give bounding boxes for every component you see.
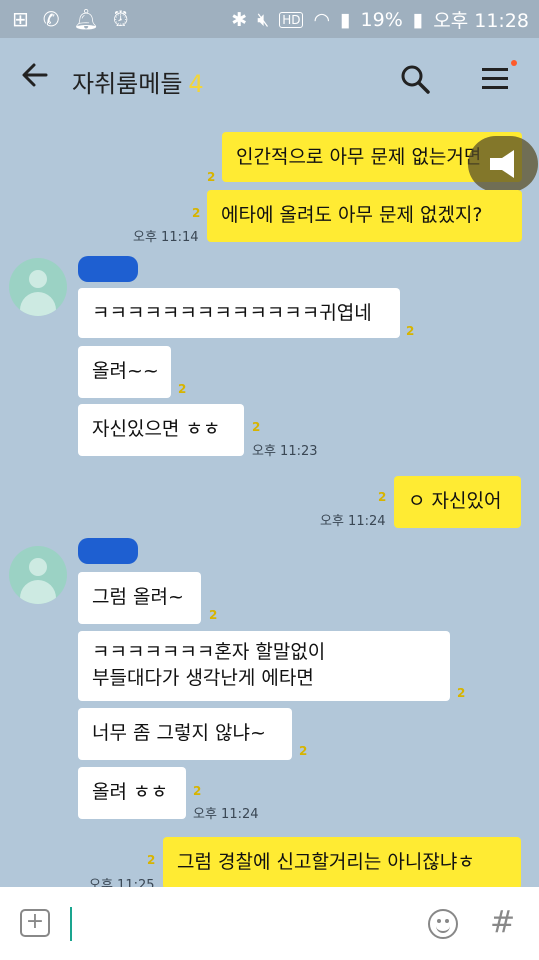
unread-count: 2	[192, 206, 201, 220]
unread-count: 2	[299, 744, 308, 758]
other-message-bubble[interactable]: 자신있으면 ㅎㅎ	[78, 404, 244, 456]
other-message-bubble[interactable]: ㅋㅋㅋㅋㅋㅋㅋ혼자 할말없이 부들대다가 생각난게 에타면	[78, 631, 450, 701]
chat-header: 자취룸메들 4	[0, 38, 539, 122]
message-line: ㅋㅋㅋㅋㅋㅋㅋ혼자 할말없이	[92, 641, 326, 663]
wifi-icon: ◠	[313, 8, 331, 31]
bell-icon: 🔔︎	[73, 7, 99, 31]
message-time: 오후 11:23	[252, 444, 318, 459]
notification-dot	[511, 60, 517, 66]
my-message-bubble[interactable]: 그럼 경찰에 신고할거리는 아니잖냐ㅎ	[163, 837, 521, 887]
message-time: 오후 11:24	[320, 514, 386, 529]
chat-room-name: 자취룸메들	[72, 70, 183, 98]
mute-icon: 🔇︎	[257, 8, 270, 31]
unread-count: 2	[252, 420, 261, 434]
unread-count: 2	[193, 784, 202, 798]
battery-icon: ▮	[412, 8, 424, 31]
sender-name-redacted	[78, 256, 138, 282]
my-message-bubble[interactable]: 에타에 올려도 아무 문제 없겠지?	[207, 190, 522, 242]
phone-icon: ✆	[42, 7, 60, 31]
sender-avatar[interactable]	[9, 258, 67, 316]
back-arrow-icon[interactable]	[20, 60, 54, 100]
floating-notice-button[interactable]	[468, 136, 538, 192]
message-time: 오후 11:25	[89, 878, 155, 887]
message-input-bar: + #	[0, 887, 539, 960]
other-message-bubble[interactable]: 너무 좀 그렇지 않냐~	[78, 708, 292, 760]
hamburger-menu-icon[interactable]	[482, 60, 517, 92]
my-message-bubble[interactable]: ㅇ 자신있어	[394, 476, 521, 528]
alarm-icon: ⏰︎	[112, 7, 129, 31]
chat-title: 자취룸메들 4	[72, 64, 204, 99]
status-bar: ⊞ ✆ 🔔︎ ⏰︎ ✱ 🔇︎ HD ◠ ▮ 19% ▮ 오후 11:28	[0, 0, 539, 38]
other-message-bubble[interactable]: 그럼 올려~	[78, 572, 201, 624]
unread-count: 2	[207, 170, 216, 184]
attach-plus-button[interactable]: +	[20, 909, 50, 937]
search-icon[interactable]	[398, 62, 432, 96]
member-count: 4	[188, 70, 204, 98]
other-message-bubble[interactable]: 올려~~	[78, 346, 171, 398]
bluetooth-icon: ✱	[231, 8, 248, 31]
status-icons-right: ✱ 🔇︎ HD ◠ ▮ 19% ▮ 오후 11:28	[231, 6, 529, 33]
unread-count: 2	[209, 608, 218, 622]
signal-icon: ▮	[340, 8, 351, 31]
message-input[interactable]	[70, 907, 72, 941]
emoji-icon[interactable]	[428, 909, 458, 939]
unread-count: 2	[147, 853, 156, 867]
battery-percent: 19%	[360, 8, 403, 31]
message-time: 오후 11:14	[133, 230, 199, 245]
hd-badge: HD	[279, 11, 304, 28]
chat-area[interactable]: 2 인간적으로 아무 문제 없는거면 2 오후 11:14 에타에 올려도 아무…	[0, 122, 539, 887]
unread-count: 2	[406, 324, 415, 338]
unread-count: 2	[378, 490, 387, 504]
message-time: 오후 11:24	[193, 807, 259, 822]
sender-name-redacted	[78, 538, 138, 564]
status-icons-left: ⊞ ✆ 🔔︎ ⏰︎	[12, 7, 129, 31]
new-message-icon: ⊞	[12, 7, 29, 31]
hashtag-search-button[interactable]: #	[490, 905, 515, 940]
unread-count: 2	[178, 382, 187, 396]
other-message-bubble[interactable]: ㅋㅋㅋㅋㅋㅋㅋㅋㅋㅋㅋㅋㅋ귀엽네	[78, 288, 400, 338]
message-line: 부들대다가 생각난게 에타면	[92, 667, 314, 689]
sender-avatar[interactable]	[9, 546, 67, 604]
unread-count: 2	[457, 686, 466, 700]
other-message-bubble[interactable]: 올려 ㅎㅎ	[78, 767, 186, 819]
status-time: 오후 11:28	[433, 10, 529, 32]
